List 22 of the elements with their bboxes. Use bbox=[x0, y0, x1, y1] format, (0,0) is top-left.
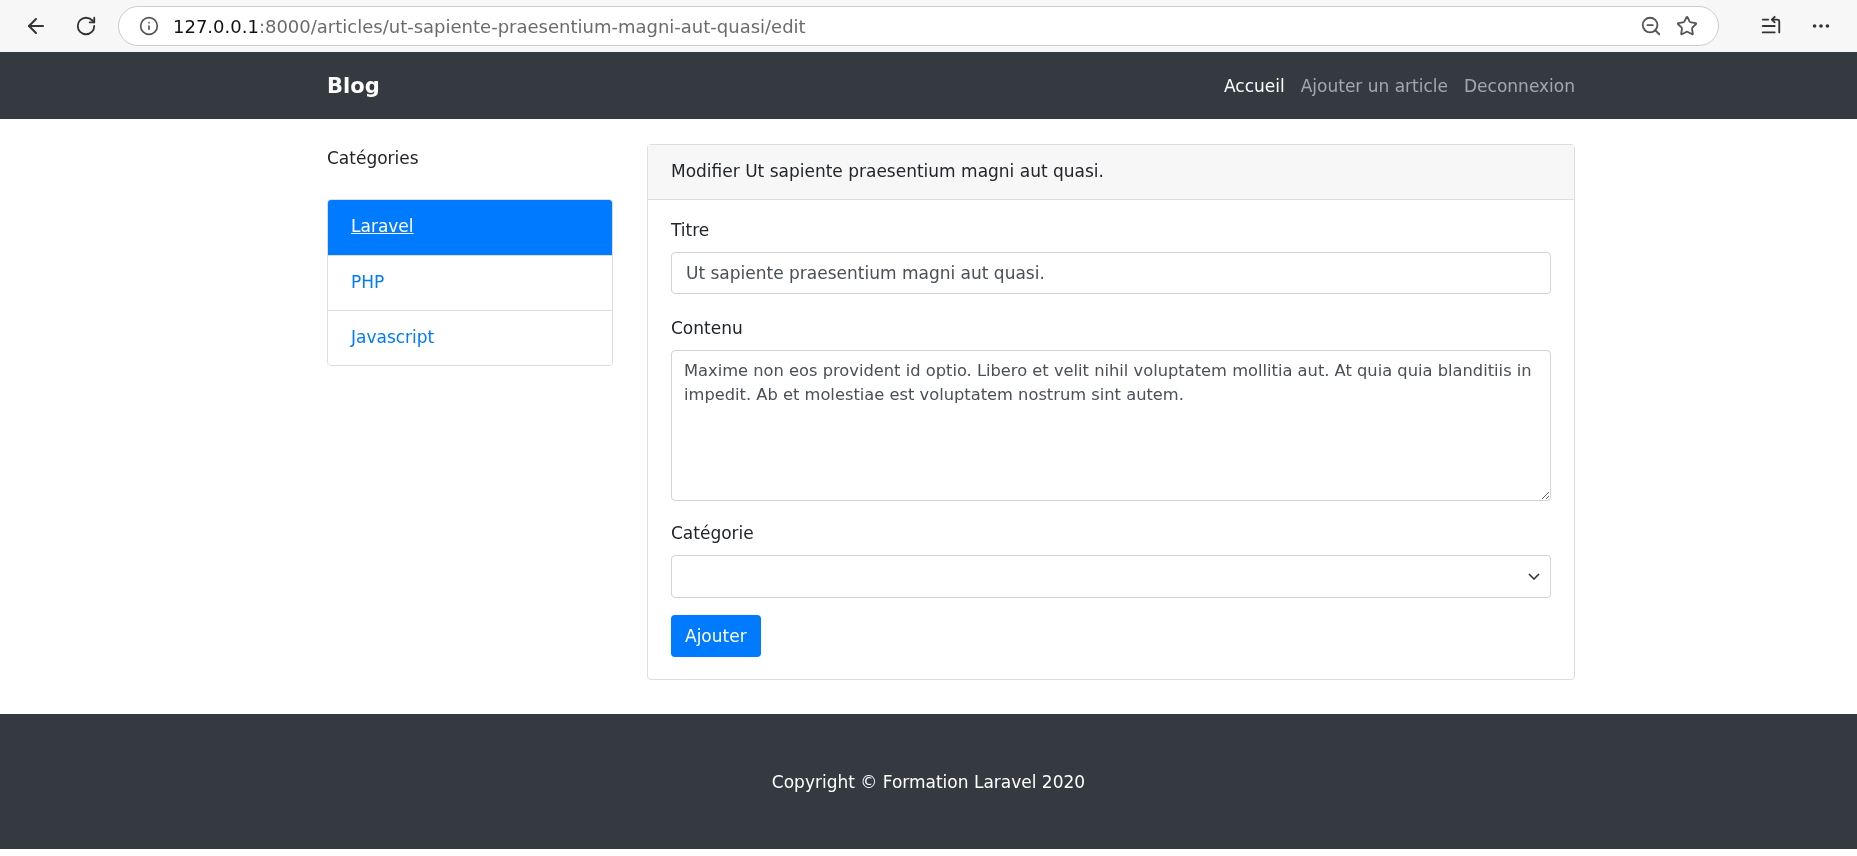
star-icon[interactable] bbox=[1676, 15, 1698, 37]
submit-button[interactable]: Ajouter bbox=[671, 615, 761, 657]
url-path: :8000/articles/ut-sapiente-praesentium-magni-aut-quasi/edit bbox=[258, 15, 806, 37]
category-item[interactable]: Laravel bbox=[328, 200, 612, 255]
brand-link[interactable]: Blog bbox=[327, 73, 380, 98]
footer-text: Copyright © Formation Laravel 2020 bbox=[771, 771, 1086, 792]
nav-link[interactable]: Ajouter un article bbox=[1300, 75, 1449, 96]
field-label: Contenu bbox=[671, 318, 744, 338]
card-header: Modifier Ut sapiente praesentium magni aut quasi. bbox=[648, 145, 1574, 200]
title-input[interactable]: Ut sapiente praesentium magni aut quasi. bbox=[671, 252, 1551, 294]
content-textarea[interactable]: Maxime non eos provident id optio. Libero et velit nihil voluptatem mollitia aut. At quia quia blanditiis in impedit. Ab et molestiae est voluptatem nostrum sint autem. bbox=[671, 350, 1551, 501]
address-bar[interactable]: 127.0.0.1:8000/articles/ut-sapiente-praesentium-magni-aut-quasi/edit bbox=[118, 6, 1719, 46]
nav-link[interactable]: Accueil bbox=[1224, 75, 1285, 96]
field-label: Catégorie bbox=[671, 523, 755, 543]
sidebar-title: Catégories bbox=[327, 148, 420, 168]
info-icon[interactable] bbox=[139, 16, 159, 36]
zoom-out-icon[interactable] bbox=[1640, 15, 1662, 37]
nav-link[interactable]: Deconnexion bbox=[1464, 75, 1575, 96]
field-label: Titre bbox=[671, 220, 711, 240]
url-host: 127.0.0.1 bbox=[173, 15, 259, 37]
category-item[interactable]: Javascript bbox=[328, 310, 612, 365]
chevron-down-icon bbox=[1528, 573, 1540, 580]
